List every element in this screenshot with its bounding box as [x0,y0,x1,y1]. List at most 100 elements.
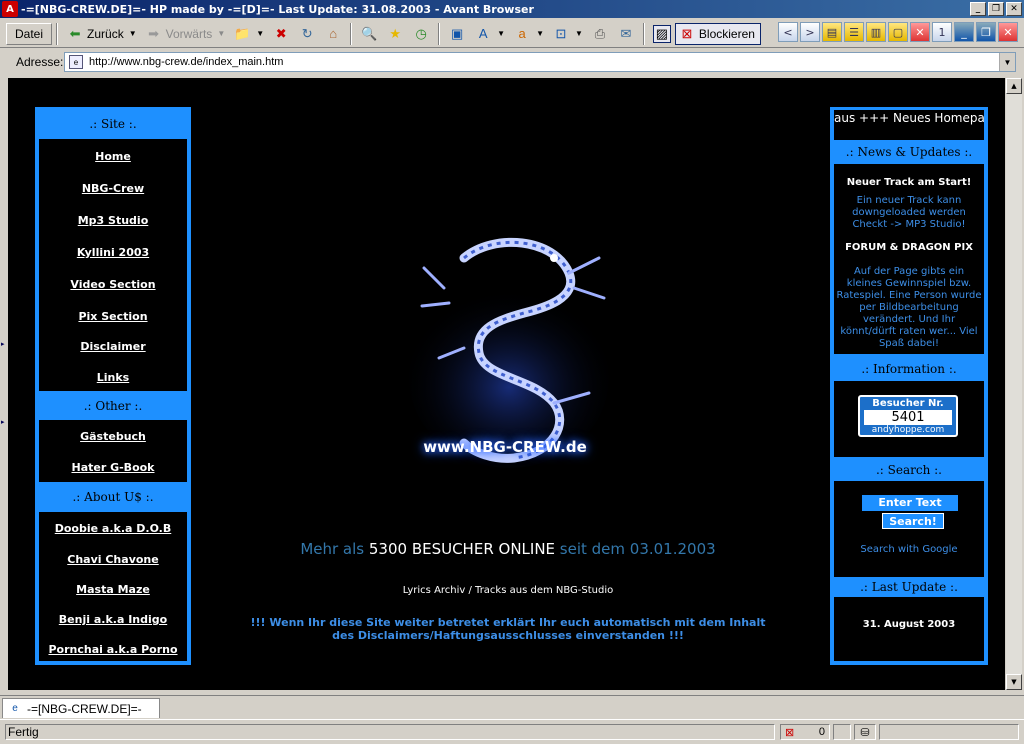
sidebar-splitter[interactable]: ▸ ▸ [0,78,8,690]
nav-link-masta-maze[interactable]: Masta Maze [39,583,187,596]
information-header: .: Information :. [861,362,957,376]
tile-horizontal-button[interactable]: ☰ [844,22,864,42]
address-field[interactable]: e ▼ [64,52,1016,72]
about-header: .: About U$ :. [72,490,154,504]
nav-link-doobie[interactable]: Doobie a.k.a D.O.B [39,522,187,535]
dropdown-arrow-icon[interactable]: ▼ [129,29,137,38]
tab-bar: e -=[NBG-CREW.DE]=- [0,695,1024,718]
image-toggle-button[interactable]: ▨ [649,23,675,45]
site-header: .: Site :. [89,117,137,131]
next-window-button[interactable]: > [800,22,820,42]
scroll-up-icon[interactable]: ▲ [1006,78,1022,94]
nav-link-hater-gbook[interactable]: Hater G-Book [39,461,187,474]
nav-link-home[interactable]: Home [39,150,187,163]
left-nav: .: Site :. Home NBG-Crew Mp3 Studio Kyll… [35,107,191,665]
back-arrow-icon: ⬅ [69,25,81,41]
nav-link-mp3-studio[interactable]: Mp3 Studio [39,214,187,227]
nav-link-pix[interactable]: Pix Section [39,310,187,323]
zoom-button[interactable]: ⊡ ▼ [548,23,587,45]
restore-button[interactable]: ❐ [988,2,1004,16]
dropdown-arrow-icon[interactable]: ▼ [256,29,264,38]
splitter-arrow-icon: ▸ [1,340,5,348]
network-icon: ⛁ [854,724,876,740]
home-icon: ⌂ [329,26,338,41]
minimize-button[interactable]: _ [970,2,986,16]
single-window-button[interactable]: 1 [932,22,952,42]
about-links: Doobie a.k.a D.O.B Chavi Chavone Masta M… [39,512,187,661]
back-button[interactable]: ⬅ Zurück ▼ [62,23,141,45]
forward-button[interactable]: ➡ Vorwärts ▼ [141,23,230,45]
nav-link-pornchai[interactable]: Pornchai a.k.a Porno [39,643,187,656]
forward-label: Vorwärts [165,26,213,41]
dropdown-arrow-icon[interactable]: ▼ [497,29,505,38]
vertical-scrollbar[interactable]: ▲ ▼ [1006,78,1022,690]
dropdown-arrow-icon[interactable]: ▼ [575,29,583,38]
address-label: Adresse: [16,55,64,69]
news-text: Auf der Page gibts ein kleines Gewinnspi… [836,266,982,349]
encoding-button[interactable]: a ▼ [509,23,548,45]
close-doc-button[interactable]: ✕ [998,22,1018,42]
nav-link-guestbook[interactable]: Gästebuch [39,430,187,443]
history-button[interactable]: ◷ [408,23,434,45]
home-button[interactable]: ⌂ [320,23,346,45]
restore-doc-button[interactable]: ❐ [976,22,996,42]
popup-blocker-button[interactable]: ⊠ Blockieren [674,22,761,45]
cascade-button[interactable]: ▤ [822,22,842,42]
nav-link-kyllini[interactable]: Kyllini 2003 [39,246,187,259]
scroll-down-icon[interactable]: ▼ [1006,674,1022,690]
address-input[interactable] [89,56,999,68]
up-folder-button[interactable]: 📁 ▼ [229,23,268,45]
refresh-icon: ↻ [301,25,313,41]
nav-link-disclaimer[interactable]: Disclaimer [39,340,187,353]
tab-nbg-crew[interactable]: e -=[NBG-CREW.DE]=- [2,698,160,718]
search-icon: 🔍 [361,25,378,41]
minimize-doc-button[interactable]: _ [954,22,974,42]
nav-link-links[interactable]: Links [39,371,187,384]
mail-button[interactable]: ✉ [613,23,639,45]
news-heading: Neuer Track am Start! [846,177,972,188]
tile-vertical-button[interactable]: ▥ [866,22,886,42]
title-bar: A -=[NBG-CREW.DE]=- HP made by -=[D]=- L… [0,0,1024,18]
other-links: Gästebuch Hater G-Book [39,420,187,482]
nav-link-video[interactable]: Video Section [39,278,187,291]
close-all-button[interactable]: ✕ [910,22,930,42]
tile-button[interactable]: ▢ [888,22,908,42]
dropdown-arrow-icon[interactable]: ▼ [536,29,544,38]
blocked-count: 0 [818,726,825,738]
disclaimer-notice: !!! Wenn Ihr diese Site weiter betretet … [250,616,766,642]
address-dropdown-icon[interactable]: ▼ [999,53,1015,71]
prev-window-button[interactable]: < [778,22,798,42]
encoding-icon: a [518,26,526,41]
search-google-link[interactable]: Search with Google [834,544,984,555]
folder-up-icon: 📁 [234,25,251,41]
block-icon: ⊠ [681,25,693,41]
visitors-suffix: seit dem 03.01.2003 [555,540,716,558]
visitor-counter[interactable]: Besucher Nr. 5401 andyhoppe.com [858,395,958,437]
refresh-button[interactable]: ↻ [294,23,320,45]
visitors-prefix: Mehr als [300,540,369,558]
window-button[interactable]: ▣ [444,23,470,45]
stop-button[interactable]: ✖ [268,23,294,45]
status-progress [879,724,1019,740]
other-header: .: Other :. [83,399,143,413]
favorites-button[interactable]: ★ [382,23,408,45]
search-submit-button[interactable]: Search! [882,513,944,529]
nav-link-nbg-crew[interactable]: NBG-Crew [39,182,187,195]
visitor-banner: Mehr als 5300 BESUCHER ONLINE seit dem 0… [198,540,818,558]
file-menu[interactable]: Datei [6,22,53,45]
mail-icon: ✉ [620,25,632,41]
search-input[interactable]: Enter Text [862,495,958,511]
nav-link-benji[interactable]: Benji a.k.a Indigo [39,613,187,626]
search-button[interactable]: 🔍 [356,23,382,45]
close-button[interactable]: ✕ [1006,2,1022,16]
window-icon: ▣ [451,25,464,41]
counter-provider: andyhoppe.com [871,425,945,435]
status-text: Fertig [5,724,775,740]
nav-link-chavi[interactable]: Chavi Chavone [39,553,187,566]
font-button[interactable]: A ▼ [470,23,509,45]
popup-blocked-counter[interactable]: ⊠ 0 [780,724,830,740]
page-content: .: Site :. Home NBG-Crew Mp3 Studio Kyll… [8,78,1005,690]
print-button[interactable]: ⎙ [587,23,613,45]
dropdown-arrow-icon[interactable]: ▼ [217,29,225,38]
news-header: .: News & Updates :. [845,145,973,159]
